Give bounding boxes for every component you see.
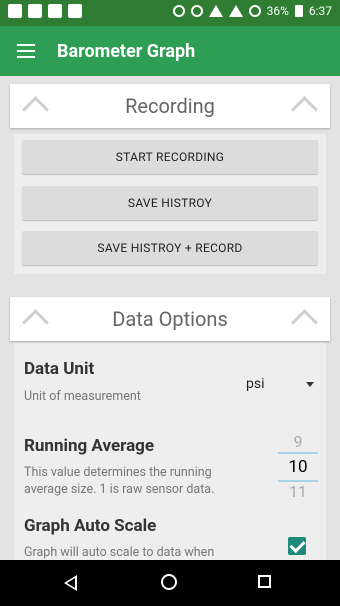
- battery-percent: 36%: [266, 4, 289, 18]
- home-icon[interactable]: [161, 574, 177, 590]
- bag-icon: [28, 4, 42, 18]
- signal-icon: [228, 5, 243, 17]
- recording-title: Recording: [125, 94, 215, 118]
- data-options-title: Data Options: [112, 307, 228, 331]
- navigation-bar: [0, 560, 340, 606]
- clock: 6:37: [308, 4, 332, 18]
- data-unit-value: psi: [246, 376, 265, 392]
- save-history-record-button[interactable]: SAVE HISTROY + RECORD: [22, 231, 318, 265]
- app-bar: Barometer Graph: [0, 26, 340, 76]
- auto-scale-title: Graph Auto Scale: [24, 516, 157, 536]
- data-unit-dropdown[interactable]: psi: [238, 374, 318, 396]
- system-icons: 36% 6:37: [172, 4, 332, 18]
- data-unit-subtitle: Unit of measurement: [24, 389, 141, 404]
- sync-icon: [172, 5, 185, 17]
- running-average-subtitle: This value determines the running averag…: [24, 465, 215, 497]
- data-saver-icon: [248, 5, 261, 17]
- recents-icon[interactable]: [258, 575, 271, 588]
- auto-scale-subtitle: Graph will auto scale to data when: [24, 545, 215, 560]
- save-history-button[interactable]: SAVE HISTROY: [22, 186, 318, 220]
- running-average-picker[interactable]: 9 10 11: [278, 430, 318, 501]
- dropdown-arrow-icon: [306, 382, 314, 387]
- auto-scale-checkbox[interactable]: [288, 537, 306, 555]
- picker-divider-top: [278, 452, 318, 454]
- notification-icons: [8, 4, 82, 18]
- picker-prev-value[interactable]: 9: [278, 432, 318, 451]
- data-options-header[interactable]: Data Options: [10, 297, 330, 341]
- android-icon: [68, 4, 82, 18]
- download-icon: [8, 4, 22, 18]
- wifi-icon: [208, 5, 223, 17]
- status-bar: 36% 6:37: [0, 0, 340, 26]
- app-title: Barometer Graph: [57, 40, 196, 62]
- recording-panel: START RECORDING SAVE HISTROY SAVE HISTRO…: [14, 134, 326, 274]
- menu-icon[interactable]: [17, 44, 35, 58]
- data-unit-title: Data Unit: [24, 359, 95, 379]
- recording-header[interactable]: Recording: [10, 84, 330, 128]
- start-recording-button[interactable]: START RECORDING: [22, 140, 318, 174]
- running-average-title: Running Average: [24, 436, 155, 456]
- battery-icon: [294, 5, 303, 17]
- back-icon[interactable]: [64, 575, 77, 591]
- picker-next-value[interactable]: 11: [278, 482, 318, 501]
- image-icon: [48, 4, 62, 18]
- picker-current-value[interactable]: 10: [278, 457, 318, 477]
- alarm-icon: [190, 5, 203, 17]
